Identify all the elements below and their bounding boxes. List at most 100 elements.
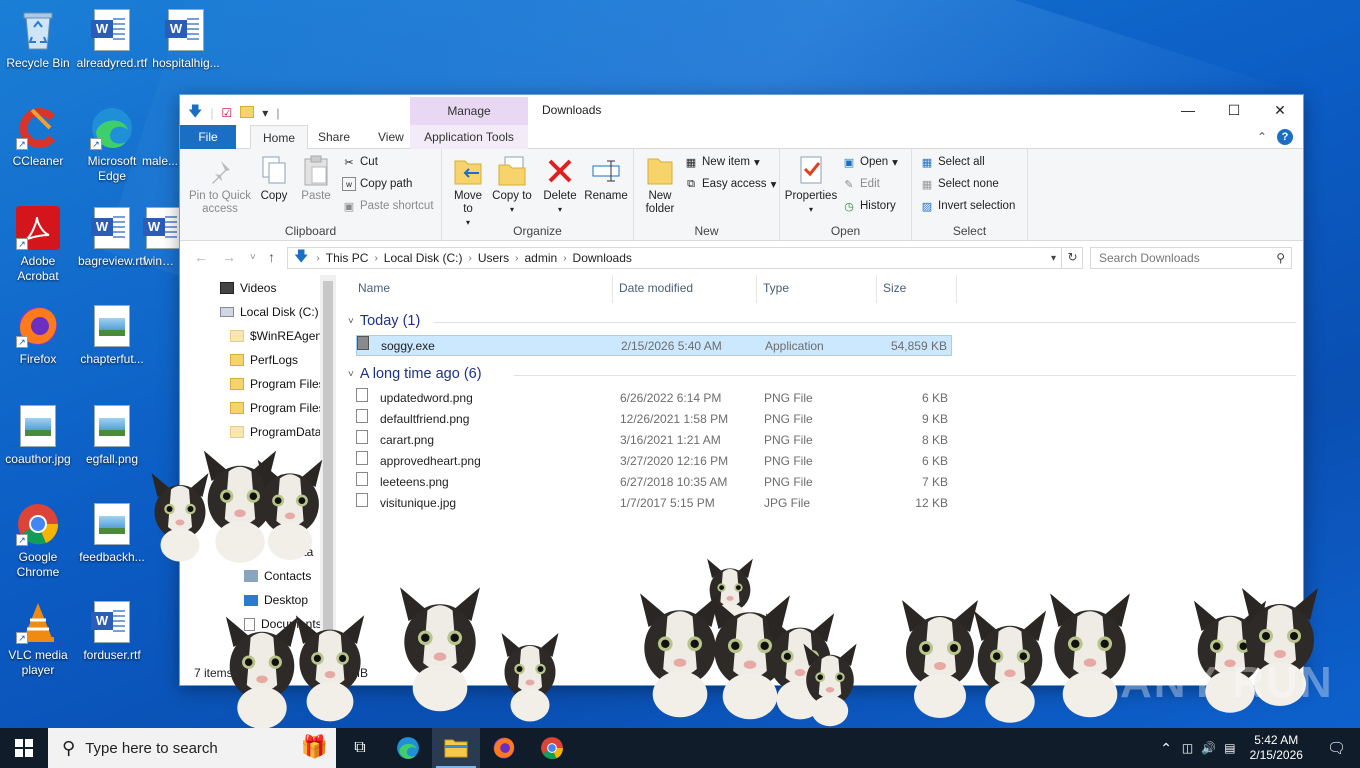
tab-home[interactable]: Home: [250, 125, 309, 150]
desktop-icon-hospitalhig[interactable]: W hospitalhig...: [148, 8, 224, 71]
desktop-icon-feedbackh[interactable]: feedbackh...: [74, 502, 150, 565]
network-icon[interactable]: ▤: [1220, 741, 1239, 755]
desktop-icon-egfall[interactable]: egfall.png: [74, 404, 150, 467]
clock[interactable]: 5:42 AM 2/15/2026: [1240, 733, 1313, 763]
taskbar-search-box[interactable]: ⚲ Type here to search 🎁: [48, 728, 336, 768]
address-bar[interactable]: 🡇 › This PC › Local Disk (C:) › Users › …: [287, 247, 1083, 269]
column-header-type[interactable]: Type: [763, 281, 789, 295]
nav-scrollbar[interactable]: [320, 275, 336, 650]
select-none-button[interactable]: ▦ Select none: [920, 177, 999, 191]
new-item-button[interactable]: ▦ New item ▾: [684, 155, 760, 169]
desktop-icon-chapterfut[interactable]: chapterfut...: [74, 304, 150, 367]
desktop-icon-vlc[interactable]: ↗ VLC media player: [0, 600, 76, 678]
rename-button[interactable]: Rename: [584, 155, 628, 203]
history-button[interactable]: ◷ History: [842, 199, 896, 213]
search-input[interactable]: Search Downloads ⚲: [1090, 247, 1292, 269]
forward-arrow-icon[interactable]: →: [222, 249, 236, 265]
desktop-icon-edge[interactable]: ↗ Microsoft Edge: [74, 106, 150, 184]
delete-button[interactable]: Delete ▾: [540, 155, 580, 216]
taskbar-chrome[interactable]: [528, 728, 576, 768]
invert-selection-button[interactable]: ▨ Invert selection: [920, 199, 1016, 213]
help-icon[interactable]: ?: [1277, 129, 1293, 145]
taskbar-edge[interactable]: [384, 728, 432, 768]
nav-item-videos[interactable]: Videos: [220, 281, 276, 295]
desktop-icon-chrome[interactable]: ↗ Google Chrome: [0, 502, 76, 580]
collapse-ribbon-icon[interactable]: ⌃: [1257, 130, 1267, 144]
desktop-icon-alreadyred[interactable]: W alreadyred.rtf: [74, 8, 150, 71]
select-all-button[interactable]: ▦ Select all: [920, 155, 985, 169]
breadcrumb-downloads[interactable]: Downloads: [569, 251, 636, 265]
close-button[interactable]: ✕: [1257, 95, 1303, 125]
file-explorer-window[interactable]: 🡇 | ☑ ▾ | Manage Downloads — ☐ ✕ File Ho…: [179, 94, 1304, 686]
task-view-button[interactable]: ⧉: [336, 728, 384, 768]
group-header-long-ago[interactable]: ˅ A long time ago (6): [348, 366, 482, 382]
breadcrumb-users[interactable]: Users: [474, 251, 513, 265]
desktop-icon-forduser[interactable]: W forduser.rtf: [74, 600, 150, 663]
open-button[interactable]: ▣ Open ▾: [842, 155, 898, 169]
copy-to-button[interactable]: Copy to ▾: [492, 155, 532, 216]
nav-item-data[interactable]: Data: [288, 545, 313, 559]
breadcrumb-local-disk[interactable]: Local Disk (C:): [380, 251, 467, 265]
pin-quick-access-button[interactable]: Pin to Quick access: [186, 155, 254, 216]
tab-manage[interactable]: Manage: [410, 97, 528, 125]
nav-item-winreagent[interactable]: $WinREAgent: [230, 329, 325, 343]
title-bar[interactable]: 🡇 | ☑ ▾ | Manage Downloads — ☐ ✕: [180, 95, 1303, 125]
notifications-icon[interactable]: 🗨: [1313, 739, 1360, 757]
desktop-icon-male[interactable]: male...: [140, 106, 180, 169]
tab-file[interactable]: File: [180, 125, 236, 149]
tab-view[interactable]: View: [366, 125, 416, 149]
copy-button[interactable]: Copy: [256, 155, 292, 203]
table-row[interactable]: visitunique.jpg 1/7/2017 5:15 PM JPG Fil…: [356, 493, 952, 514]
chevron-up-icon[interactable]: ⌃: [1154, 740, 1178, 757]
cut-button[interactable]: ✂ Cut: [342, 155, 378, 169]
address-dropdown-icon[interactable]: ▾: [1051, 253, 1056, 264]
desktop-icon-firefox[interactable]: ↗ Firefox: [0, 304, 76, 367]
desktop-icon-recycle-bin[interactable]: Recycle Bin: [0, 8, 76, 71]
properties-check-icon[interactable]: ☑: [222, 106, 233, 120]
desktop-icon-acrobat[interactable]: ↗ Adobe Acrobat: [0, 206, 76, 284]
column-header-date[interactable]: Date modified: [619, 281, 693, 295]
desktop-icon-ccleaner[interactable]: ↗ CCleaner: [0, 106, 76, 169]
nav-item-contacts[interactable]: Contacts: [244, 569, 311, 583]
table-row[interactable]: defaultfriend.png 12/26/2021 1:58 PM PNG…: [356, 409, 952, 430]
start-button[interactable]: [0, 728, 48, 768]
column-header-size[interactable]: Size: [883, 281, 906, 295]
qat-dropdown-icon[interactable]: ▾: [262, 106, 268, 120]
edit-button[interactable]: ✎ Edit: [842, 177, 879, 191]
table-row[interactable]: updatedword.png 6/26/2022 6:14 PM PNG Fi…: [356, 388, 952, 409]
breadcrumb-this-pc[interactable]: This PC: [322, 251, 373, 265]
nav-item-local-disk[interactable]: Local Disk (C:): [220, 305, 319, 319]
maximize-button[interactable]: ☐: [1211, 95, 1257, 125]
up-arrow-icon[interactable]: ↑: [268, 249, 275, 265]
down-arrow-icon[interactable]: 🡇: [188, 101, 202, 125]
desktop-icon-coauthor[interactable]: coauthor.jpg: [0, 404, 76, 467]
properties-button[interactable]: Properties ▾: [784, 155, 838, 216]
volume-icon[interactable]: 🔊: [1197, 741, 1220, 755]
tab-share[interactable]: Share: [306, 125, 362, 149]
nav-item-perflogs[interactable]: PerfLogs: [230, 353, 298, 367]
easy-access-button[interactable]: ⧉ Easy access ▾: [684, 177, 776, 192]
table-row[interactable]: carart.png 3/16/2021 1:21 AM PNG File 8 …: [356, 430, 952, 451]
nav-item-program-files-x86[interactable]: Program Files: [230, 401, 325, 415]
table-row[interactable]: soggy.exe 2/15/2026 5:40 AM Application …: [356, 335, 952, 356]
tab-application-tools[interactable]: Application Tools: [410, 125, 528, 149]
taskbar-file-explorer[interactable]: [432, 728, 480, 768]
new-folder-button[interactable]: New folder: [640, 155, 680, 216]
desktop-icon-wine[interactable]: W wine...: [142, 206, 180, 269]
file-list[interactable]: Name Date modified Type Size ˅ Today (1)…: [342, 275, 1304, 650]
table-row[interactable]: approvedheart.png 3/27/2020 12:16 PM PNG…: [356, 451, 952, 472]
recent-locations-chevron-icon[interactable]: ˅: [250, 252, 256, 263]
taskbar-firefox[interactable]: [480, 728, 528, 768]
nav-item-documents[interactable]: Documents: [244, 617, 322, 631]
desktop-icon-bagreview[interactable]: W bagreview.rtf: [74, 206, 150, 269]
back-arrow-icon[interactable]: ←: [194, 249, 208, 265]
minimize-button[interactable]: —: [1165, 95, 1211, 125]
move-to-button[interactable]: Move to ▾: [448, 155, 488, 229]
paste-button[interactable]: Paste: [296, 155, 336, 203]
paste-shortcut-button[interactable]: ▣ Paste shortcut: [342, 199, 434, 213]
column-header-name[interactable]: Name: [358, 281, 390, 295]
table-row[interactable]: leeteens.png 6/27/2018 10:35 AM PNG File…: [356, 472, 952, 493]
breadcrumb-admin[interactable]: admin: [521, 251, 562, 265]
group-header-today[interactable]: ˅ Today (1): [348, 313, 420, 329]
nav-item-programdata[interactable]: ProgramData: [230, 425, 321, 439]
